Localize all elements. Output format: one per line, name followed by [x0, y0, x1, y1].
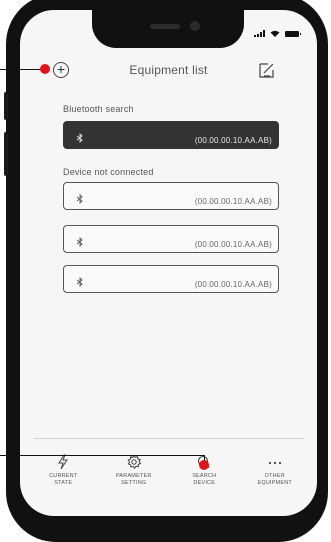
app-screen: + Equipment list Bluetooth search (00.00…: [20, 10, 317, 516]
header: + Equipment list: [20, 58, 317, 88]
tab-label: SETTING: [121, 480, 147, 486]
bluetooth-icon: [76, 277, 83, 287]
tab-label: STATE: [54, 480, 73, 486]
wifi-icon: [270, 30, 280, 37]
phone-side-button: [4, 132, 8, 176]
not-connected-label: Device not connected: [63, 167, 154, 177]
tab-current-state[interactable]: CURRENT STATE: [28, 454, 99, 506]
signal-icon: [254, 30, 265, 37]
tab-label: CURRENT: [49, 473, 78, 479]
speaker: [150, 24, 180, 29]
device-address: (00.00.00.10.AA.AB): [194, 197, 272, 206]
bluetooth-icon: [76, 194, 83, 204]
gear-icon: [127, 454, 142, 470]
tab-bar: CURRENT STATE PARAMETER SETTING SEARCH D…: [28, 454, 310, 506]
tab-other-equipment[interactable]: OTHER EQUIPMENT: [240, 454, 311, 506]
device-item[interactable]: (00.00.00.10.AA.AB): [63, 265, 279, 293]
callout-marker: [199, 460, 209, 470]
callout-marker: [40, 64, 50, 74]
tab-label: PARAMETER: [115, 473, 152, 479]
callout-line: [0, 455, 205, 457]
bluetooth-icon: [76, 237, 83, 247]
callout-line: [0, 69, 42, 71]
notch: [92, 10, 244, 48]
edit-icon[interactable]: [258, 61, 276, 79]
device-item[interactable]: (00.00.00.10.AA.AB): [63, 225, 279, 253]
status-bar-icons: [254, 30, 301, 37]
tab-label: OTHER: [264, 473, 285, 479]
battery-icon: [285, 31, 301, 37]
phone-side-button: [4, 92, 8, 120]
tab-label: EQUIPMENT: [257, 480, 292, 486]
device-address: (00.00.00.10.AA.AB): [194, 240, 272, 249]
device-address: (00.00.00.10.AA.AB): [194, 280, 272, 289]
device-item[interactable]: (00.00.00.10.AA.AB): [63, 182, 279, 210]
tab-parameter-setting[interactable]: PARAMETER SETTING: [99, 454, 170, 506]
lightning-icon: [58, 454, 69, 470]
device-address: (00.00.00.10.AA.AB): [194, 136, 272, 145]
device-item-active[interactable]: (00.00.00.10.AA.AB): [63, 121, 279, 149]
bluetooth-search-label: Bluetooth search: [63, 104, 134, 114]
tabbar-divider: [34, 438, 304, 439]
tab-label: SEARCH: [192, 473, 217, 479]
more-dots-icon: [268, 461, 281, 465]
bluetooth-icon: [76, 133, 83, 143]
camera: [190, 21, 200, 31]
tab-label: DEVICE: [193, 480, 216, 486]
